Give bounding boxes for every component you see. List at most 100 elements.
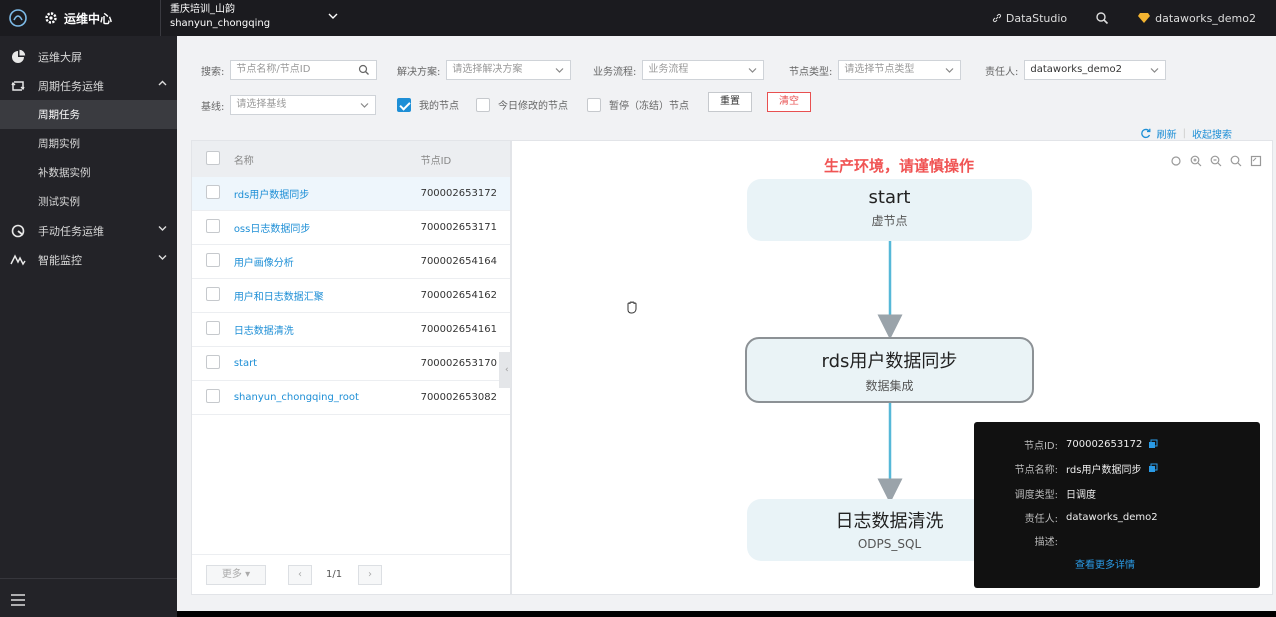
row-checkbox[interactable] xyxy=(206,321,220,335)
type-label: 节点类型: xyxy=(789,66,833,78)
row-checkbox[interactable] xyxy=(206,253,220,267)
baseline-filter: 基线: 请选择基线 xyxy=(201,95,377,115)
today-modified-checkbox[interactable]: 今日修改的节点 xyxy=(476,97,568,112)
table-row[interactable]: oss日志数据同步 700002653171 xyxy=(192,211,510,245)
dataworks-logo-icon[interactable] xyxy=(8,8,28,28)
dag-node-rds-sync[interactable]: rds用户数据同步 数据集成 xyxy=(745,337,1034,403)
flow-label: 业务流程: xyxy=(593,66,637,78)
app-switcher[interactable]: 运维中心 xyxy=(44,0,158,36)
select-all-checkbox[interactable] xyxy=(206,150,220,165)
popover-row: 调度类型: 日调度 xyxy=(974,483,1260,503)
flow-select[interactable]: 业务流程 xyxy=(642,60,765,80)
sidebar-item-smart-monitor[interactable]: 智能监控 xyxy=(0,245,177,274)
divider xyxy=(0,578,177,579)
popover-key: 调度类型: xyxy=(1014,489,1058,501)
sidebar-item-label: 测试实例 xyxy=(38,196,80,208)
my-nodes-label: 我的节点 xyxy=(419,101,459,112)
popover-value: rds用户数据同步 xyxy=(1066,464,1142,476)
table-row[interactable]: start 700002653170 xyxy=(192,347,510,381)
datastudio-link[interactable]: DataStudio xyxy=(992,12,1067,25)
node-info-popover: 节点ID: 700002653172 节点名称: rds用户数据同步 调度类型:… xyxy=(974,422,1260,588)
workspace-selector[interactable]: 重庆培训_山韵 shanyun_chongqing xyxy=(170,3,340,33)
view-more-details-link[interactable]: 查看更多详情 xyxy=(1075,556,1135,571)
flow-placeholder: 业务流程 xyxy=(648,64,689,75)
sidebar-item-cycle-tasks[interactable]: 周期任务 xyxy=(0,100,177,129)
node-id: 700002653172 xyxy=(420,188,497,199)
column-header-name: 名称 xyxy=(233,155,254,167)
node-table: 名称 节点ID rds用户数据同步 700002653172 oss日志数据同步… xyxy=(191,140,511,595)
search-button[interactable] xyxy=(1095,11,1109,25)
search-icon xyxy=(1096,12,1109,25)
node-name-link[interactable]: shanyun_chongqing_root xyxy=(234,392,421,403)
next-page-button[interactable]: › xyxy=(358,565,382,585)
node-name-link[interactable]: rds用户数据同步 xyxy=(234,186,421,201)
type-select[interactable]: 请选择节点类型 xyxy=(838,60,962,80)
header-actions: DataStudio dataworks_demo2 xyxy=(992,0,1256,36)
sidebar-item-dashboard[interactable]: 运维大屏 xyxy=(0,42,177,71)
dag-node-start[interactable]: start 虚节点 xyxy=(747,179,1032,241)
copy-icon[interactable] xyxy=(1148,439,1158,449)
node-name-link[interactable]: oss日志数据同步 xyxy=(234,220,421,235)
datastudio-label: DataStudio xyxy=(1005,11,1068,25)
page-indicator: 1/1 xyxy=(326,569,343,580)
node-id: 700002653171 xyxy=(420,222,497,233)
node-id: 700002653082 xyxy=(420,392,497,403)
node-name-link[interactable]: 用户和日志数据汇聚 xyxy=(234,288,421,303)
owner-select[interactable]: dataworks_demo2 xyxy=(1024,60,1167,80)
table-row[interactable]: 用户画像分析 700002654164 xyxy=(192,245,510,279)
row-checkbox[interactable] xyxy=(206,355,220,369)
clear-button[interactable]: 清空 xyxy=(767,92,811,112)
table-row[interactable]: 用户和日志数据汇聚 700002654162 xyxy=(192,279,510,313)
node-name-link[interactable]: 用户画像分析 xyxy=(234,254,421,269)
search-input[interactable]: 节点名称/节点ID xyxy=(230,60,378,80)
row-checkbox[interactable] xyxy=(206,185,220,199)
sidebar-item-cycle-instances[interactable]: 周期实例 xyxy=(0,129,177,158)
reset-button[interactable]: 重置 xyxy=(708,92,752,112)
sidebar-item-test-instances[interactable]: 测试实例 xyxy=(0,187,177,216)
copy-icon[interactable] xyxy=(1148,463,1158,473)
solution-filter: 解决方案: 请选择解决方案 xyxy=(397,60,572,80)
checkbox-checked[interactable] xyxy=(397,97,411,112)
row-checkbox[interactable] xyxy=(206,219,220,233)
node-name-link[interactable]: start xyxy=(234,358,421,369)
user-menu[interactable]: dataworks_demo2 xyxy=(1137,12,1256,25)
table-row[interactable]: rds用户数据同步 700002653172 xyxy=(192,177,510,211)
monitor-icon xyxy=(10,253,26,265)
more-actions-label: 更多 xyxy=(221,569,242,580)
checkbox[interactable] xyxy=(587,97,601,112)
my-nodes-checkbox[interactable]: 我的节点 xyxy=(397,97,459,112)
collapse-search-link[interactable]: 收起搜索 xyxy=(1192,126,1232,141)
type-placeholder: 请选择节点类型 xyxy=(844,64,915,75)
sidebar-item-label: 补数据实例 xyxy=(38,167,91,179)
table-row[interactable]: 日志数据清洗 700002654161 xyxy=(192,313,510,347)
chevron-down-icon xyxy=(555,68,564,73)
table-row[interactable]: shanyun_chongqing_root 700002653082 xyxy=(192,381,510,415)
cycle-icon xyxy=(11,80,25,91)
chevron-down-icon xyxy=(158,255,167,260)
prev-page-button[interactable]: ‹ xyxy=(288,565,312,585)
refresh-link[interactable]: 刷新 xyxy=(1157,126,1177,141)
row-checkbox[interactable] xyxy=(206,389,220,403)
workspace-id: shanyun_chongqing xyxy=(170,18,271,29)
menu-icon[interactable] xyxy=(10,593,26,607)
popover-value: 700002653172 xyxy=(1066,438,1143,450)
paused-label: 暂停（冻结）节点 xyxy=(609,101,689,112)
more-actions-button[interactable]: 更多 ▾ xyxy=(206,565,266,585)
manual-icon xyxy=(11,224,25,237)
baseline-select[interactable]: 请选择基线 xyxy=(230,95,377,115)
popover-row: 节点名称: rds用户数据同步 xyxy=(974,458,1260,478)
sidebar-item-manual-ops[interactable]: 手动任务运维 xyxy=(0,216,177,245)
chevron-down-icon xyxy=(748,68,757,73)
sidebar-item-backfill-instances[interactable]: 补数据实例 xyxy=(0,158,177,187)
paused-checkbox[interactable]: 暂停（冻结）节点 xyxy=(587,97,689,112)
popover-key: 节点ID: xyxy=(1023,440,1058,452)
node-name-link[interactable]: 日志数据清洗 xyxy=(234,322,421,337)
checkbox[interactable] xyxy=(476,97,490,112)
bottom-edge xyxy=(177,611,1276,617)
solution-select[interactable]: 请选择解决方案 xyxy=(446,60,572,80)
sidebar-item-cycle-ops[interactable]: 周期任务运维 xyxy=(0,71,177,100)
solution-label: 解决方案: xyxy=(397,66,441,78)
flow-filter: 业务流程: 业务流程 xyxy=(593,60,765,80)
chevron-down-icon xyxy=(328,13,338,19)
row-checkbox[interactable] xyxy=(206,287,220,301)
